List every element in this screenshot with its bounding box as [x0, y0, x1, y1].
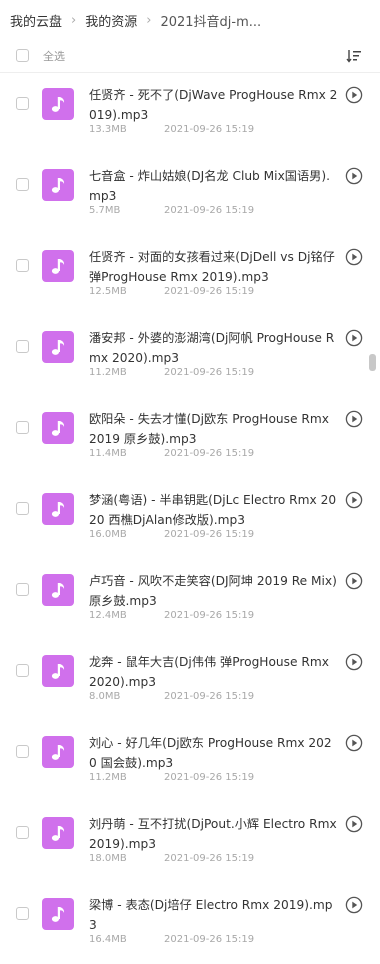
file-row[interactable]: 刘丹萌 - 互不打扰(DjPout.小辉 Electro Rmx 2019).m…: [0, 802, 380, 883]
file-date: 2021-09-26 15:19: [164, 205, 255, 216]
file-checkbox[interactable]: [16, 340, 29, 353]
file-size: 16.4MB: [89, 934, 127, 945]
play-circle-icon[interactable]: [345, 815, 363, 833]
file-name[interactable]: 任贤齐 - 死不了(DjWave ProgHouse Rmx 2019).mp3: [89, 85, 339, 125]
breadcrumb: 我的云盘 › 我的资源 › 2021抖音dj-m...: [0, 0, 380, 40]
music-note-icon: [42, 331, 74, 363]
file-date: 2021-09-26 15:19: [164, 610, 255, 621]
file-row[interactable]: 龙奔 - 鼠年大吉(Dj伟伟 弹ProgHouse Rmx 2020).mp3 8…: [0, 640, 380, 721]
music-note-icon: [42, 250, 74, 282]
file-date: 2021-09-26 15:19: [164, 772, 255, 783]
music-note-icon: [42, 169, 74, 201]
file-meta: 8.0MB 2021-09-26 15:19: [89, 691, 254, 702]
file-date: 2021-09-26 15:19: [164, 367, 255, 378]
file-size: 11.2MB: [89, 772, 127, 783]
file-date: 2021-09-26 15:19: [164, 448, 255, 459]
file-name[interactable]: 刘心 - 好几年(Dj欧东 ProgHouse Rmx 2020 国会鼓).mp…: [89, 733, 339, 773]
music-note-icon: [42, 898, 74, 930]
file-size: 5.7MB: [89, 205, 121, 216]
file-row[interactable]: 刘心 - 好几年(Dj欧东 ProgHouse Rmx 2020 国会鼓).mp…: [0, 721, 380, 802]
file-row[interactable]: 梁博 - 表态(Dj培仔 Electro Rmx 2019).mp3 16.4MB…: [0, 883, 380, 964]
file-date: 2021-09-26 15:19: [164, 934, 255, 945]
file-checkbox[interactable]: [16, 178, 29, 191]
file-size: 18.0MB: [89, 853, 127, 864]
file-meta: 12.5MB 2021-09-26 15:19: [89, 286, 254, 297]
file-size: 13.3MB: [89, 124, 127, 135]
file-size: 12.5MB: [89, 286, 127, 297]
file-row[interactable]: 卢巧音 - 风吹不走笑容(DJ阿坤 2019 Re Mix)原乡鼓.mp3 12.…: [0, 559, 380, 640]
file-checkbox[interactable]: [16, 97, 29, 110]
play-circle-icon[interactable]: [345, 572, 363, 590]
file-name[interactable]: 潘安邦 - 外婆的澎湖湾(Dj阿帆 ProgHouse Rmx 2020).mp…: [89, 328, 339, 368]
play-circle-icon[interactable]: [345, 896, 363, 914]
file-checkbox[interactable]: [16, 421, 29, 434]
file-date: 2021-09-26 15:19: [164, 529, 255, 540]
file-name[interactable]: 卢巧音 - 风吹不走笑容(DJ阿坤 2019 Re Mix)原乡鼓.mp3: [89, 571, 339, 611]
file-checkbox[interactable]: [16, 502, 29, 515]
music-note-icon: [42, 574, 74, 606]
list-header: 全选: [0, 40, 380, 73]
select-all-label[interactable]: 全选: [43, 48, 65, 64]
file-size: 8.0MB: [89, 691, 121, 702]
file-meta: 5.7MB 2021-09-26 15:19: [89, 205, 254, 216]
file-date: 2021-09-26 15:19: [164, 853, 255, 864]
scrollbar-thumb[interactable]: [369, 354, 376, 371]
play-circle-icon[interactable]: [345, 248, 363, 266]
chevron-right-icon: ›: [71, 12, 77, 28]
file-checkbox[interactable]: [16, 583, 29, 596]
file-meta: 13.3MB 2021-09-26 15:19: [89, 124, 254, 135]
file-name[interactable]: 龙奔 - 鼠年大吉(Dj伟伟 弹ProgHouse Rmx 2020).mp3: [89, 652, 339, 692]
play-circle-icon[interactable]: [345, 410, 363, 428]
file-row[interactable]: 七音盒 - 炸山姑娘(DJ名龙 Club Mix国语男).mp3 5.7MB 202…: [0, 154, 380, 235]
sort-icon[interactable]: [346, 48, 362, 64]
file-size: 11.2MB: [89, 367, 127, 378]
select-all-checkbox[interactable]: [16, 49, 29, 62]
play-circle-icon[interactable]: [345, 653, 363, 671]
play-circle-icon[interactable]: [345, 329, 363, 347]
file-date: 2021-09-26 15:19: [164, 286, 255, 297]
music-note-icon: [42, 817, 74, 849]
file-row[interactable]: 潘安邦 - 外婆的澎湖湾(Dj阿帆 ProgHouse Rmx 2020).mp…: [0, 316, 380, 397]
file-meta: 11.4MB 2021-09-26 15:19: [89, 448, 254, 459]
music-note-icon: [42, 736, 74, 768]
play-circle-icon[interactable]: [345, 734, 363, 752]
file-checkbox[interactable]: [16, 826, 29, 839]
file-date: 2021-09-26 15:19: [164, 124, 255, 135]
play-circle-icon[interactable]: [345, 86, 363, 104]
file-name[interactable]: 任贤齐 - 对面的女孩看过来(DjDell vs Dj铭仔 弹ProgHouse…: [89, 247, 339, 287]
file-meta: 16.0MB 2021-09-26 15:19: [89, 529, 254, 540]
file-meta: 11.2MB 2021-09-26 15:19: [89, 772, 254, 783]
file-row[interactable]: 任贤齐 - 死不了(DjWave ProgHouse Rmx 2019).mp3…: [0, 73, 380, 154]
music-note-icon: [42, 88, 74, 120]
chevron-right-icon: ›: [146, 12, 152, 28]
file-row[interactable]: 任贤齐 - 对面的女孩看过来(DjDell vs Dj铭仔 弹ProgHouse…: [0, 235, 380, 316]
breadcrumb-item-resources[interactable]: 我的资源: [85, 11, 137, 30]
file-checkbox[interactable]: [16, 907, 29, 920]
file-name[interactable]: 七音盒 - 炸山姑娘(DJ名龙 Club Mix国语男).mp3: [89, 166, 339, 206]
file-checkbox[interactable]: [16, 745, 29, 758]
play-circle-icon[interactable]: [345, 167, 363, 185]
file-meta: 16.4MB 2021-09-26 15:19: [89, 934, 254, 945]
file-checkbox[interactable]: [16, 664, 29, 677]
play-circle-icon[interactable]: [345, 491, 363, 509]
file-name[interactable]: 刘丹萌 - 互不打扰(DjPout.小辉 Electro Rmx 2019).m…: [89, 814, 339, 854]
file-name[interactable]: 欧阳朵 - 失去才懂(Dj欧东 ProgHouse Rmx 2019 原乡鼓).…: [89, 409, 339, 449]
file-meta: 11.2MB 2021-09-26 15:19: [89, 367, 254, 378]
file-checkbox[interactable]: [16, 259, 29, 272]
music-note-icon: [42, 493, 74, 525]
file-date: 2021-09-26 15:19: [164, 691, 255, 702]
file-row[interactable]: 欧阳朵 - 失去才懂(Dj欧东 ProgHouse Rmx 2019 原乡鼓).…: [0, 397, 380, 478]
file-size: 11.4MB: [89, 448, 127, 459]
file-name[interactable]: 梁博 - 表态(Dj培仔 Electro Rmx 2019).mp3: [89, 895, 339, 935]
music-note-icon: [42, 655, 74, 687]
file-meta: 12.4MB 2021-09-26 15:19: [89, 610, 254, 621]
file-row[interactable]: 梦涵(粤语) - 半串钥匙(DjLc Electro Rmx 2020 西樵Dj…: [0, 478, 380, 559]
breadcrumb-item-current: 2021抖音dj-m...: [160, 14, 262, 30]
file-meta: 18.0MB 2021-09-26 15:19: [89, 853, 254, 864]
file-name[interactable]: 梦涵(粤语) - 半串钥匙(DjLc Electro Rmx 2020 西樵Dj…: [89, 490, 339, 530]
file-size: 12.4MB: [89, 610, 127, 621]
breadcrumb-item-cloud[interactable]: 我的云盘: [10, 11, 62, 30]
file-size: 16.0MB: [89, 529, 127, 540]
music-note-icon: [42, 412, 74, 444]
